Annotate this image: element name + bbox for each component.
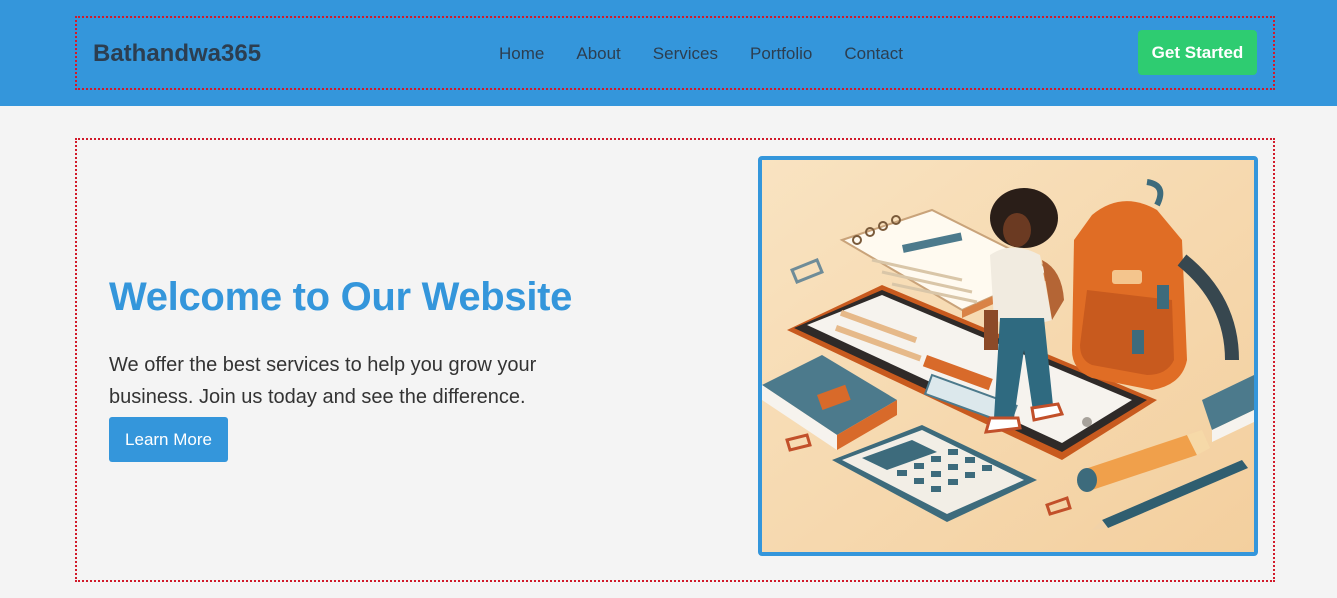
nav-link-services[interactable]: Services	[653, 44, 718, 64]
nav-link-home[interactable]: Home	[499, 44, 544, 64]
navbar: Bathandwa365 Home About Services Portfol…	[75, 16, 1275, 90]
hero-title: Welcome to Our Website	[109, 275, 573, 319]
nav-link-portfolio[interactable]: Portfolio	[750, 44, 812, 64]
hero-description: We offer the best services to help you g…	[109, 354, 537, 408]
site-header: Bathandwa365 Home About Services Portfol…	[0, 0, 1337, 106]
site-logo[interactable]: Bathandwa365	[93, 40, 261, 68]
nav-link-about[interactable]: About	[576, 44, 620, 64]
get-started-button[interactable]: Get Started	[1138, 30, 1257, 75]
hero-illustration	[758, 156, 1258, 556]
hero-section: Welcome to Our Website We offer the best…	[75, 138, 1275, 582]
nav-link-contact[interactable]: Contact	[844, 44, 903, 64]
main-nav: Home About Services Portfolio Contact	[499, 44, 903, 64]
illustration-graphic	[762, 160, 1254, 552]
learn-more-button[interactable]: Learn More	[109, 417, 228, 462]
